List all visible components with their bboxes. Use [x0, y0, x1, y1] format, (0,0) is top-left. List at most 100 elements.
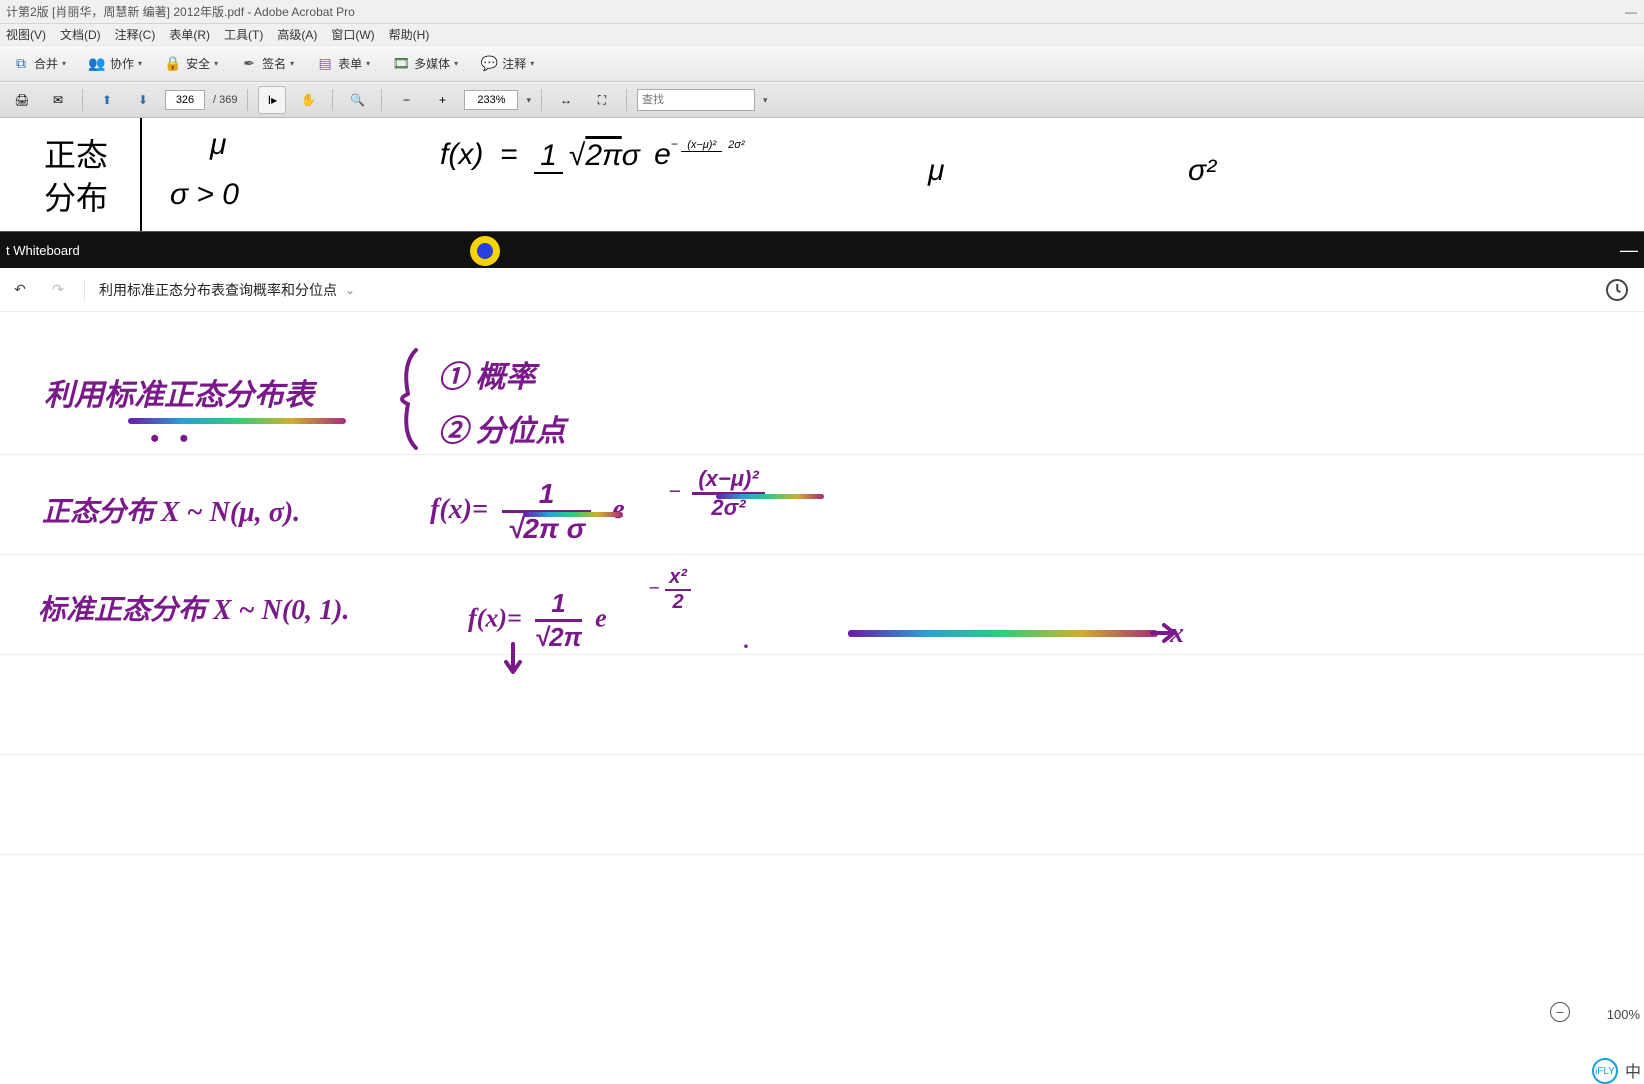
ruled-line: [0, 454, 1644, 455]
handwriting-exp-std: − x² 2: [648, 566, 691, 614]
menu-advanced[interactable]: 高级(A): [277, 26, 317, 43]
find-input[interactable]: [637, 89, 755, 111]
sign-button[interactable]: ✒ 签名▾: [234, 53, 300, 75]
canvas-zoom-label: 100%: [1607, 1007, 1640, 1022]
form-button[interactable]: ▤ 表单▾: [310, 53, 376, 75]
handwriting-bullet-1: ① 概率: [438, 352, 536, 396]
chevron-down-icon: ⌄: [345, 283, 355, 297]
page-down-button[interactable]: ⬇: [129, 86, 157, 114]
merge-label: 合并: [34, 55, 58, 72]
secure-label: 安全: [186, 55, 210, 72]
undo-button[interactable]: ↶: [8, 281, 32, 298]
ruled-line: [0, 754, 1644, 755]
page-up-button[interactable]: ⬆: [93, 86, 121, 114]
cursor-highlight-icon: [470, 236, 500, 266]
pen-icon: ✒: [240, 55, 258, 73]
page-number-input[interactable]: [165, 90, 205, 110]
brace-icon: [396, 344, 426, 454]
whiteboard-canvas[interactable]: 利用标准正态分布表 •• ① 概率 ② 分位点 正态分布 X ~ N(μ, σ)…: [0, 326, 1644, 1028]
marquee-zoom-button[interactable]: 🔍: [343, 86, 371, 114]
collaborate-label: 协作: [110, 55, 134, 72]
zoom-level-value: 233%: [477, 94, 505, 106]
ime-language-label[interactable]: 中: [1625, 1058, 1641, 1082]
plus-icon: +: [439, 93, 446, 107]
printer-icon: 🖨: [14, 93, 29, 107]
menu-document[interactable]: 文档(D): [60, 26, 101, 43]
zoom-in-button[interactable]: +: [428, 86, 456, 114]
acrobat-toolbar-nav: 🖨 ✉ ⬆ ⬇ / 369 I▸ ✋ 🔍 − + 233% ▾ ↔ ⛶ ▾: [0, 82, 1644, 118]
menu-help[interactable]: 帮助(H): [389, 26, 430, 43]
form-icon: ▤: [316, 55, 334, 73]
menu-annotations[interactable]: 注释(C): [115, 26, 156, 43]
email-button[interactable]: ✉: [44, 86, 72, 114]
window-minimize-icon[interactable]: —: [1624, 5, 1638, 19]
board-title-dropdown[interactable]: 利用标准正态分布表查询概率和分位点 ⌄: [99, 280, 355, 300]
hand-icon: ✋: [301, 93, 316, 107]
underline-gradient: [523, 512, 623, 517]
distribution-name-label: 正态 分布: [44, 134, 108, 220]
ruled-line: [0, 654, 1644, 655]
collaborate-icon: 👥: [88, 55, 106, 73]
hand-tool-button[interactable]: ✋: [294, 86, 322, 114]
menu-tools[interactable]: 工具(T): [224, 26, 263, 43]
select-tool-button[interactable]: I▸: [258, 86, 286, 114]
handwriting-normal-dist: 正态分布 X ~ N(μ, σ).: [42, 490, 300, 530]
page-total-label: / 369: [213, 94, 237, 106]
print-button[interactable]: 🖨: [8, 86, 36, 114]
handwriting-std-normal: 标准正态分布 X ~ N(0, 1).: [38, 588, 350, 628]
zoom-level-input[interactable]: 233%: [464, 90, 518, 110]
whiteboard-maximize-icon[interactable]: —: [1620, 240, 1638, 261]
secure-button[interactable]: 🔒 安全▾: [158, 53, 224, 75]
collaborate-button[interactable]: 👥 协作▾: [82, 53, 148, 75]
whiteboard-app-name: t Whiteboard: [6, 243, 80, 258]
multimedia-button[interactable]: 🎞 多媒体▾: [386, 53, 464, 75]
menu-window[interactable]: 窗口(W): [331, 26, 374, 43]
separator: [82, 89, 83, 111]
table-column-divider: [140, 118, 142, 231]
handwriting-pdf-std: f(x)= 1 √2π e: [468, 588, 607, 653]
fit-width-button[interactable]: ↔: [552, 86, 580, 114]
separator: [381, 89, 382, 111]
fit-page-button[interactable]: ⛶: [588, 86, 616, 114]
handwriting-dots: ••: [150, 424, 208, 454]
fit-width-icon: ↔: [560, 93, 572, 107]
comment-label: 注释: [502, 55, 526, 72]
menu-view[interactable]: 视图(V): [6, 26, 46, 43]
find-dropdown-icon[interactable]: ▾: [763, 95, 768, 106]
acrobat-menu-bar: 视图(V) 文档(D) 注释(C) 表单(R) 工具(T) 高级(A) 窗口(W…: [0, 24, 1644, 46]
form-label: 表单: [338, 55, 362, 72]
email-icon: ✉: [53, 93, 63, 107]
arrow-up-icon: ⬆: [102, 93, 112, 107]
comment-button[interactable]: 💬 注释▾: [474, 53, 540, 75]
param-sigma-label: σ > 0: [170, 178, 239, 212]
acrobat-title-bar: 计第2版 [肖丽华，周慧新 编著] 2012年版.pdf - Adobe Acr…: [0, 0, 1644, 24]
ruled-line: [0, 854, 1644, 855]
handwriting-heading: 利用标准正态分布表: [44, 370, 314, 414]
whiteboard-title-bar: t Whiteboard —: [0, 232, 1644, 268]
pdf-page-content[interactable]: 正态 分布 μ σ > 0 f(x) = 1√2πσ e− (x−μ)²2σ² …: [0, 118, 1644, 232]
board-title-text: 利用标准正态分布表查询概率和分位点: [99, 280, 337, 300]
zoom-out-button[interactable]: −: [392, 86, 420, 114]
zoom-dropdown-icon[interactable]: ▾: [526, 95, 531, 106]
marquee-zoom-icon: 🔍: [350, 93, 365, 107]
separator: [626, 89, 627, 111]
minus-icon: −: [403, 93, 410, 107]
pdf-formula: f(x) = 1√2πσ e− (x−μ)²2σ²: [440, 138, 751, 173]
handwriting-x-label: x: [1170, 618, 1184, 650]
handwriting-dot: .: [744, 628, 750, 654]
separator: [247, 89, 248, 111]
redo-button[interactable]: ↷: [46, 281, 70, 298]
param-mu-label: μ: [210, 128, 226, 162]
ime-badge-text: iFLY: [1595, 1066, 1615, 1077]
text-select-icon: I▸: [268, 93, 277, 107]
timer-icon[interactable]: [1606, 279, 1628, 301]
merge-button[interactable]: ⧉ 合并▾: [6, 53, 72, 75]
separator: [84, 279, 85, 301]
speech-bubble-icon: 💬: [480, 55, 498, 73]
canvas-zoom-out-button[interactable]: −: [1550, 1002, 1570, 1022]
mean-column-label: μ: [928, 154, 944, 188]
down-arrow-icon: [498, 642, 528, 682]
menu-forms[interactable]: 表单(R): [169, 26, 210, 43]
underline-gradient: [716, 494, 824, 499]
ime-badge-icon[interactable]: iFLY: [1592, 1058, 1618, 1084]
